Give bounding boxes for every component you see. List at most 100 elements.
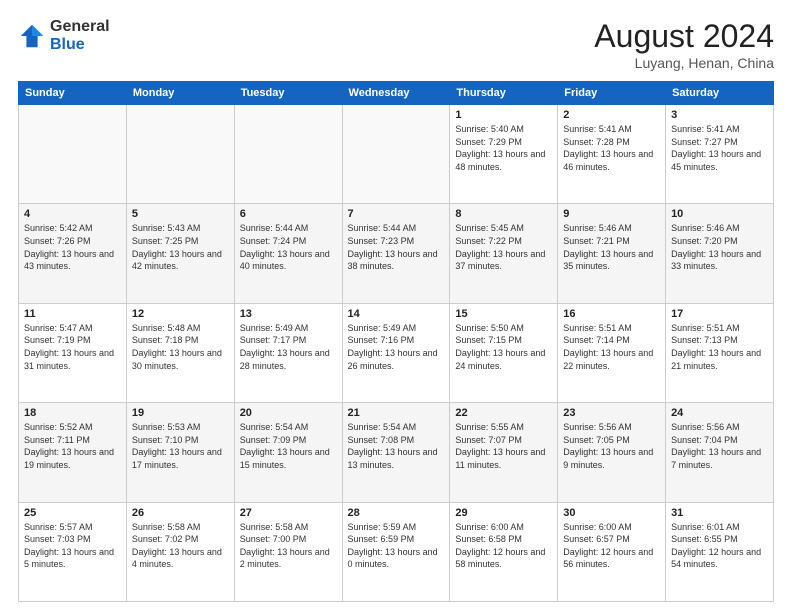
logo-general: General	[50, 18, 110, 35]
calendar-cell: 29Sunrise: 6:00 AMSunset: 6:58 PMDayligh…	[450, 502, 558, 601]
calendar-cell: 15 Sunrise: 5:50 AMSunset: 7:15 PMDayligh…	[450, 303, 558, 402]
day-info: Sunrise: 5:44 AMSunset: 7:24 PMDaylight:…	[240, 222, 337, 272]
day-info: Sunrise: 5:50 AMSunset: 7:15 PMDaylight:…	[455, 322, 552, 372]
day-number: 12	[132, 308, 229, 320]
title-block: August 2024 Luyang, Henan, China	[594, 18, 774, 71]
day-number: 24	[671, 407, 768, 419]
day-info: Sunrise: 5:42 AMSunset: 7:26 PMDaylight:…	[24, 222, 121, 272]
calendar-cell: 8Sunrise: 5:45 AMSunset: 7:22 PMDaylight…	[450, 204, 558, 303]
calendar-cell: 24 Sunrise: 5:56 AMSunset: 7:04 PMDayligh…	[666, 403, 774, 502]
day-number: 18	[24, 407, 121, 419]
calendar-cell: 1 Sunrise: 5:40 AMSunset: 7:29 PMDaylight…	[450, 105, 558, 204]
day-info: Sunrise: 5:51 AMSunset: 7:14 PMDaylight:…	[563, 322, 660, 372]
calendar-cell: 27 Sunrise: 5:58 AMSunset: 7:00 PMDayligh…	[234, 502, 342, 601]
day-info: Sunrise: 5:54 AMSunset: 7:09 PMDaylight:…	[240, 421, 337, 471]
calendar-cell: 30 Sunrise: 6:00 AMSunset: 6:57 PMDayligh…	[558, 502, 666, 601]
calendar-cell: 20 Sunrise: 5:54 AMSunset: 7:09 PMDayligh…	[234, 403, 342, 502]
day-number: 21	[348, 407, 445, 419]
day-number: 22	[455, 407, 552, 419]
col-tuesday: Tuesday	[234, 82, 342, 105]
day-number: 14	[348, 308, 445, 320]
header: General Blue August 2024 Luyang, Henan, …	[18, 18, 774, 71]
day-info: Sunrise: 5:58 AMSunset: 7:02 PMDaylight:…	[132, 521, 229, 571]
day-info: Sunrise: 6:00 AMSunset: 6:58 PMDaylight:…	[455, 521, 552, 571]
day-number: 15	[455, 308, 552, 320]
location: Luyang, Henan, China	[594, 55, 774, 71]
day-info: Sunrise: 5:47 AMSunset: 7:19 PMDaylight:…	[24, 322, 121, 372]
day-number: 20	[240, 407, 337, 419]
calendar-cell: 28Sunrise: 5:59 AMSunset: 6:59 PMDayligh…	[342, 502, 450, 601]
day-number: 19	[132, 407, 229, 419]
calendar-cell: 9Sunrise: 5:46 AMSunset: 7:21 PMDaylight…	[558, 204, 666, 303]
calendar-week-1: 1 Sunrise: 5:40 AMSunset: 7:29 PMDaylight…	[19, 105, 774, 204]
month-year: August 2024	[594, 18, 774, 55]
day-info: Sunrise: 5:40 AMSunset: 7:29 PMDaylight:…	[455, 123, 552, 173]
day-info: Sunrise: 5:48 AMSunset: 7:18 PMDaylight:…	[132, 322, 229, 372]
day-number: 7	[348, 208, 445, 220]
calendar-cell: 22Sunrise: 5:55 AMSunset: 7:07 PMDayligh…	[450, 403, 558, 502]
calendar-table: Sunday Monday Tuesday Wednesday Thursday…	[18, 81, 774, 602]
day-info: Sunrise: 5:59 AMSunset: 6:59 PMDaylight:…	[348, 521, 445, 571]
day-info: Sunrise: 5:49 AMSunset: 7:17 PMDaylight:…	[240, 322, 337, 372]
day-info: Sunrise: 5:51 AMSunset: 7:13 PMDaylight:…	[671, 322, 768, 372]
day-number: 3	[671, 109, 768, 121]
calendar-cell	[126, 105, 234, 204]
header-row: Sunday Monday Tuesday Wednesday Thursday…	[19, 82, 774, 105]
logo-blue: Blue	[50, 36, 85, 53]
logo-text: General Blue	[50, 18, 110, 53]
calendar-week-4: 18 Sunrise: 5:52 AMSunset: 7:11 PMDayligh…	[19, 403, 774, 502]
day-number: 30	[563, 507, 660, 519]
day-info: Sunrise: 5:58 AMSunset: 7:00 PMDaylight:…	[240, 521, 337, 571]
calendar-cell: 12 Sunrise: 5:48 AMSunset: 7:18 PMDayligh…	[126, 303, 234, 402]
calendar-cell	[342, 105, 450, 204]
day-number: 1	[455, 109, 552, 121]
calendar-cell: 3Sunrise: 5:41 AMSunset: 7:27 PMDaylight…	[666, 105, 774, 204]
day-info: Sunrise: 5:46 AMSunset: 7:20 PMDaylight:…	[671, 222, 768, 272]
calendar-cell: 31Sunrise: 6:01 AMSunset: 6:55 PMDayligh…	[666, 502, 774, 601]
day-number: 23	[563, 407, 660, 419]
day-info: Sunrise: 5:54 AMSunset: 7:08 PMDaylight:…	[348, 421, 445, 471]
day-number: 26	[132, 507, 229, 519]
calendar-cell: 14 Sunrise: 5:49 AMSunset: 7:16 PMDayligh…	[342, 303, 450, 402]
calendar-week-5: 25 Sunrise: 5:57 AMSunset: 7:03 PMDayligh…	[19, 502, 774, 601]
day-number: 5	[132, 208, 229, 220]
day-info: Sunrise: 5:56 AMSunset: 7:05 PMDaylight:…	[563, 421, 660, 471]
calendar-cell: 26 Sunrise: 5:58 AMSunset: 7:02 PMDayligh…	[126, 502, 234, 601]
day-number: 6	[240, 208, 337, 220]
day-number: 9	[563, 208, 660, 220]
calendar-cell: 19Sunrise: 5:53 AMSunset: 7:10 PMDayligh…	[126, 403, 234, 502]
calendar-cell: 16 Sunrise: 5:51 AMSunset: 7:14 PMDayligh…	[558, 303, 666, 402]
col-sunday: Sunday	[19, 82, 127, 105]
day-number: 8	[455, 208, 552, 220]
calendar-cell	[19, 105, 127, 204]
day-info: Sunrise: 5:44 AMSunset: 7:23 PMDaylight:…	[348, 222, 445, 272]
calendar-cell: 17Sunrise: 5:51 AMSunset: 7:13 PMDayligh…	[666, 303, 774, 402]
day-info: Sunrise: 5:49 AMSunset: 7:16 PMDaylight:…	[348, 322, 445, 372]
day-info: Sunrise: 5:56 AMSunset: 7:04 PMDaylight:…	[671, 421, 768, 471]
day-info: Sunrise: 6:00 AMSunset: 6:57 PMDaylight:…	[563, 521, 660, 571]
day-number: 4	[24, 208, 121, 220]
day-info: Sunrise: 5:43 AMSunset: 7:25 PMDaylight:…	[132, 222, 229, 272]
calendar-cell: 25 Sunrise: 5:57 AMSunset: 7:03 PMDayligh…	[19, 502, 127, 601]
col-friday: Friday	[558, 82, 666, 105]
day-number: 25	[24, 507, 121, 519]
logo-icon	[18, 22, 46, 50]
calendar-cell: 11 Sunrise: 5:47 AMSunset: 7:19 PMDayligh…	[19, 303, 127, 402]
col-saturday: Saturday	[666, 82, 774, 105]
day-number: 31	[671, 507, 768, 519]
day-number: 11	[24, 308, 121, 320]
col-thursday: Thursday	[450, 82, 558, 105]
calendar-cell: 2Sunrise: 5:41 AMSunset: 7:28 PMDaylight…	[558, 105, 666, 204]
calendar-week-3: 11 Sunrise: 5:47 AMSunset: 7:19 PMDayligh…	[19, 303, 774, 402]
calendar-cell: 10Sunrise: 5:46 AMSunset: 7:20 PMDayligh…	[666, 204, 774, 303]
calendar-cell: 23 Sunrise: 5:56 AMSunset: 7:05 PMDayligh…	[558, 403, 666, 502]
calendar-cell: 21 Sunrise: 5:54 AMSunset: 7:08 PMDayligh…	[342, 403, 450, 502]
day-number: 27	[240, 507, 337, 519]
calendar-cell: 18 Sunrise: 5:52 AMSunset: 7:11 PMDayligh…	[19, 403, 127, 502]
day-number: 16	[563, 308, 660, 320]
day-info: Sunrise: 5:52 AMSunset: 7:11 PMDaylight:…	[24, 421, 121, 471]
calendar-cell: 4 Sunrise: 5:42 AMSunset: 7:26 PMDaylight…	[19, 204, 127, 303]
calendar-cell: 5 Sunrise: 5:43 AMSunset: 7:25 PMDaylight…	[126, 204, 234, 303]
day-info: Sunrise: 5:57 AMSunset: 7:03 PMDaylight:…	[24, 521, 121, 571]
day-number: 2	[563, 109, 660, 121]
